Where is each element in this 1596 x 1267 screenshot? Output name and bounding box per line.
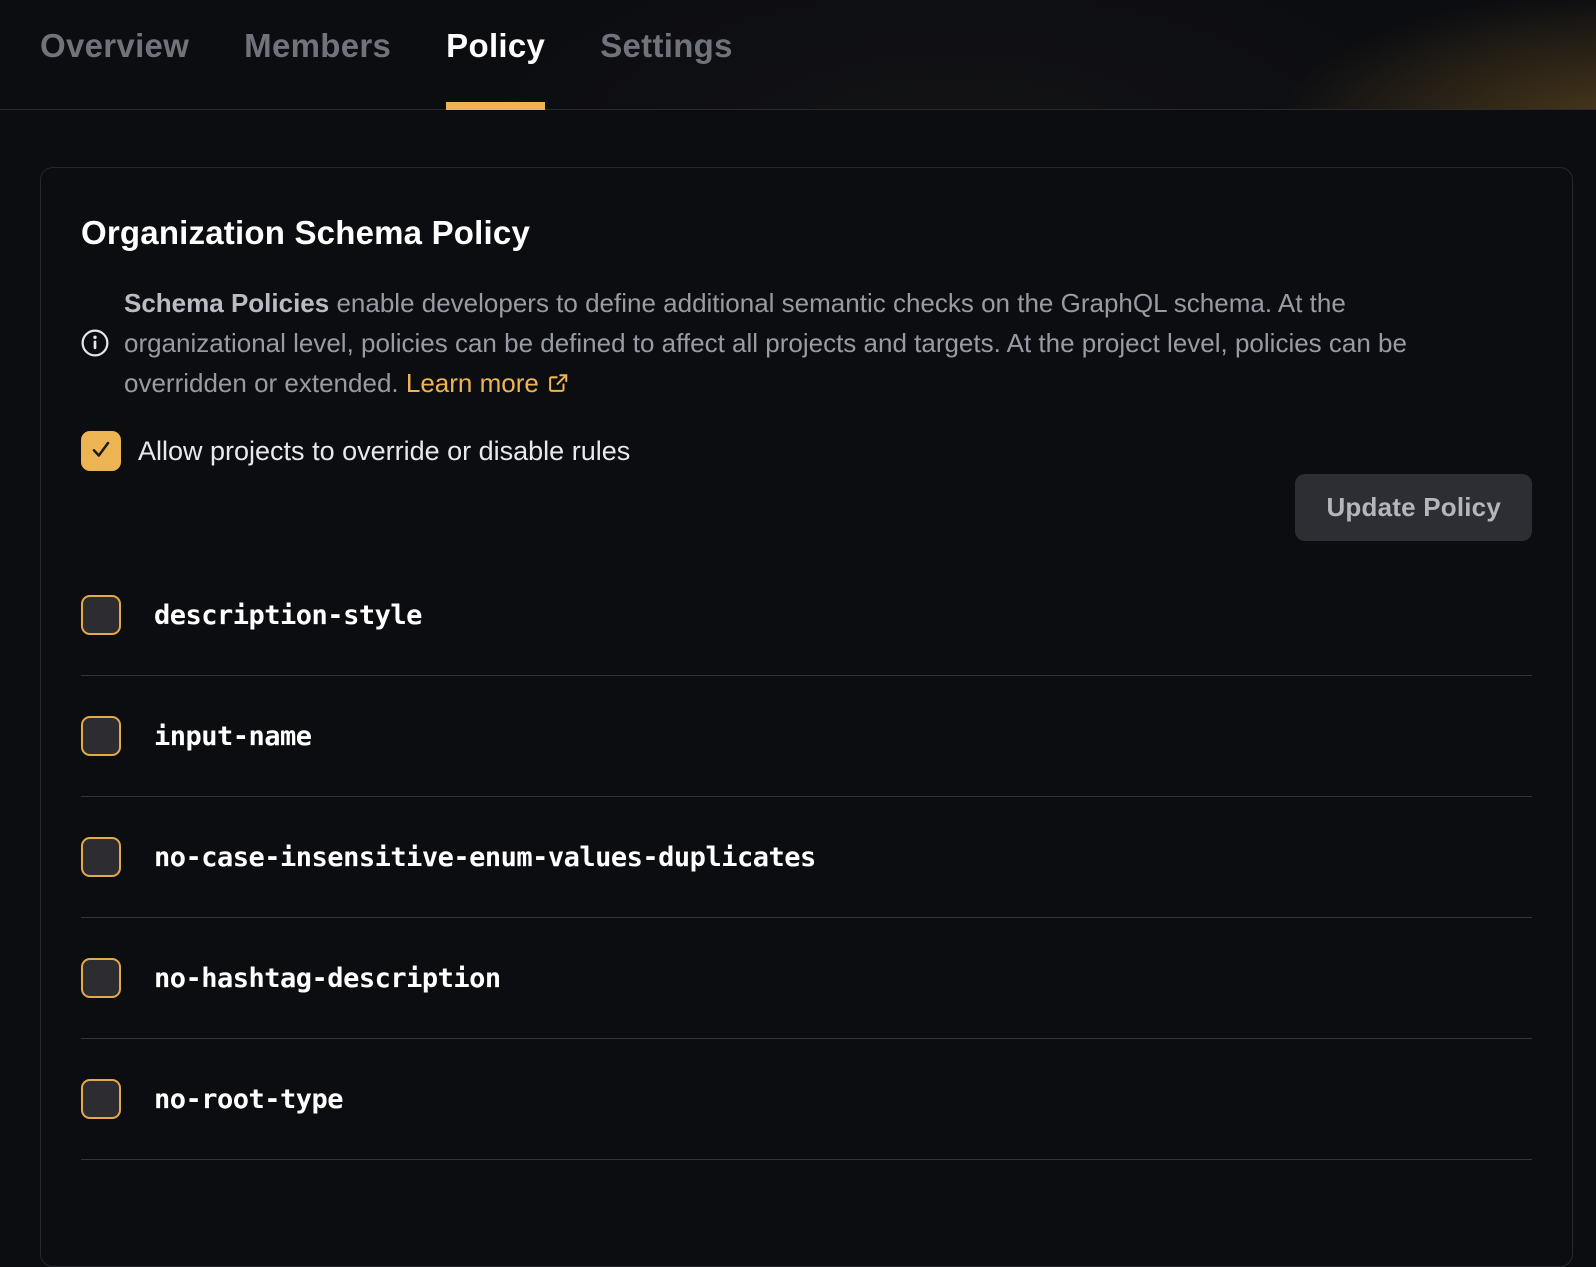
allow-override-checkbox[interactable]: [81, 431, 121, 471]
tab-settings[interactable]: Settings: [600, 27, 733, 110]
allow-override-row: Allow projects to override or disable ru…: [81, 431, 1532, 471]
rule-row: no-hashtag-description: [81, 918, 1532, 1039]
rule-row: input-name: [81, 676, 1532, 797]
rule-name: description-style: [154, 600, 422, 631]
rule-checkbox[interactable]: [81, 595, 121, 635]
policy-description-text: Schema Policies enable developers to def…: [124, 283, 1499, 403]
tab-members[interactable]: Members: [244, 27, 391, 110]
policy-description: Schema Policies enable developers to def…: [81, 283, 1532, 403]
learn-more-link[interactable]: Learn more: [406, 368, 539, 398]
rule-name: no-hashtag-description: [154, 963, 501, 994]
rule-row: no-case-insensitive-enum-values-duplicat…: [81, 797, 1532, 918]
actions-row: Update Policy: [81, 474, 1532, 541]
rule-name: no-root-type: [154, 1084, 343, 1115]
check-icon: [88, 436, 114, 467]
allow-override-label[interactable]: Allow projects to override or disable ru…: [138, 436, 630, 467]
rule-checkbox[interactable]: [81, 716, 121, 756]
tab-overview[interactable]: Overview: [40, 27, 189, 110]
schema-policy-card: Organization Schema Policy Schema Polici…: [40, 167, 1573, 1267]
rule-row: description-style: [81, 555, 1532, 676]
page-title: Organization Schema Policy: [81, 214, 1532, 252]
rule-name: no-case-insensitive-enum-values-duplicat…: [154, 842, 816, 873]
info-icon: [81, 329, 109, 357]
description-lead: Schema Policies: [124, 288, 329, 318]
external-link-icon: [547, 365, 569, 387]
rule-row: no-root-type: [81, 1039, 1532, 1160]
rule-checkbox[interactable]: [81, 958, 121, 998]
tab-policy[interactable]: Policy: [446, 27, 545, 110]
rule-name: input-name: [154, 721, 312, 752]
rules-list: description-style input-name no-case-ins…: [81, 555, 1532, 1160]
rule-checkbox[interactable]: [81, 837, 121, 877]
rule-checkbox[interactable]: [81, 1079, 121, 1119]
top-navigation: Overview Members Policy Settings: [0, 0, 1596, 110]
update-policy-button[interactable]: Update Policy: [1295, 474, 1532, 541]
